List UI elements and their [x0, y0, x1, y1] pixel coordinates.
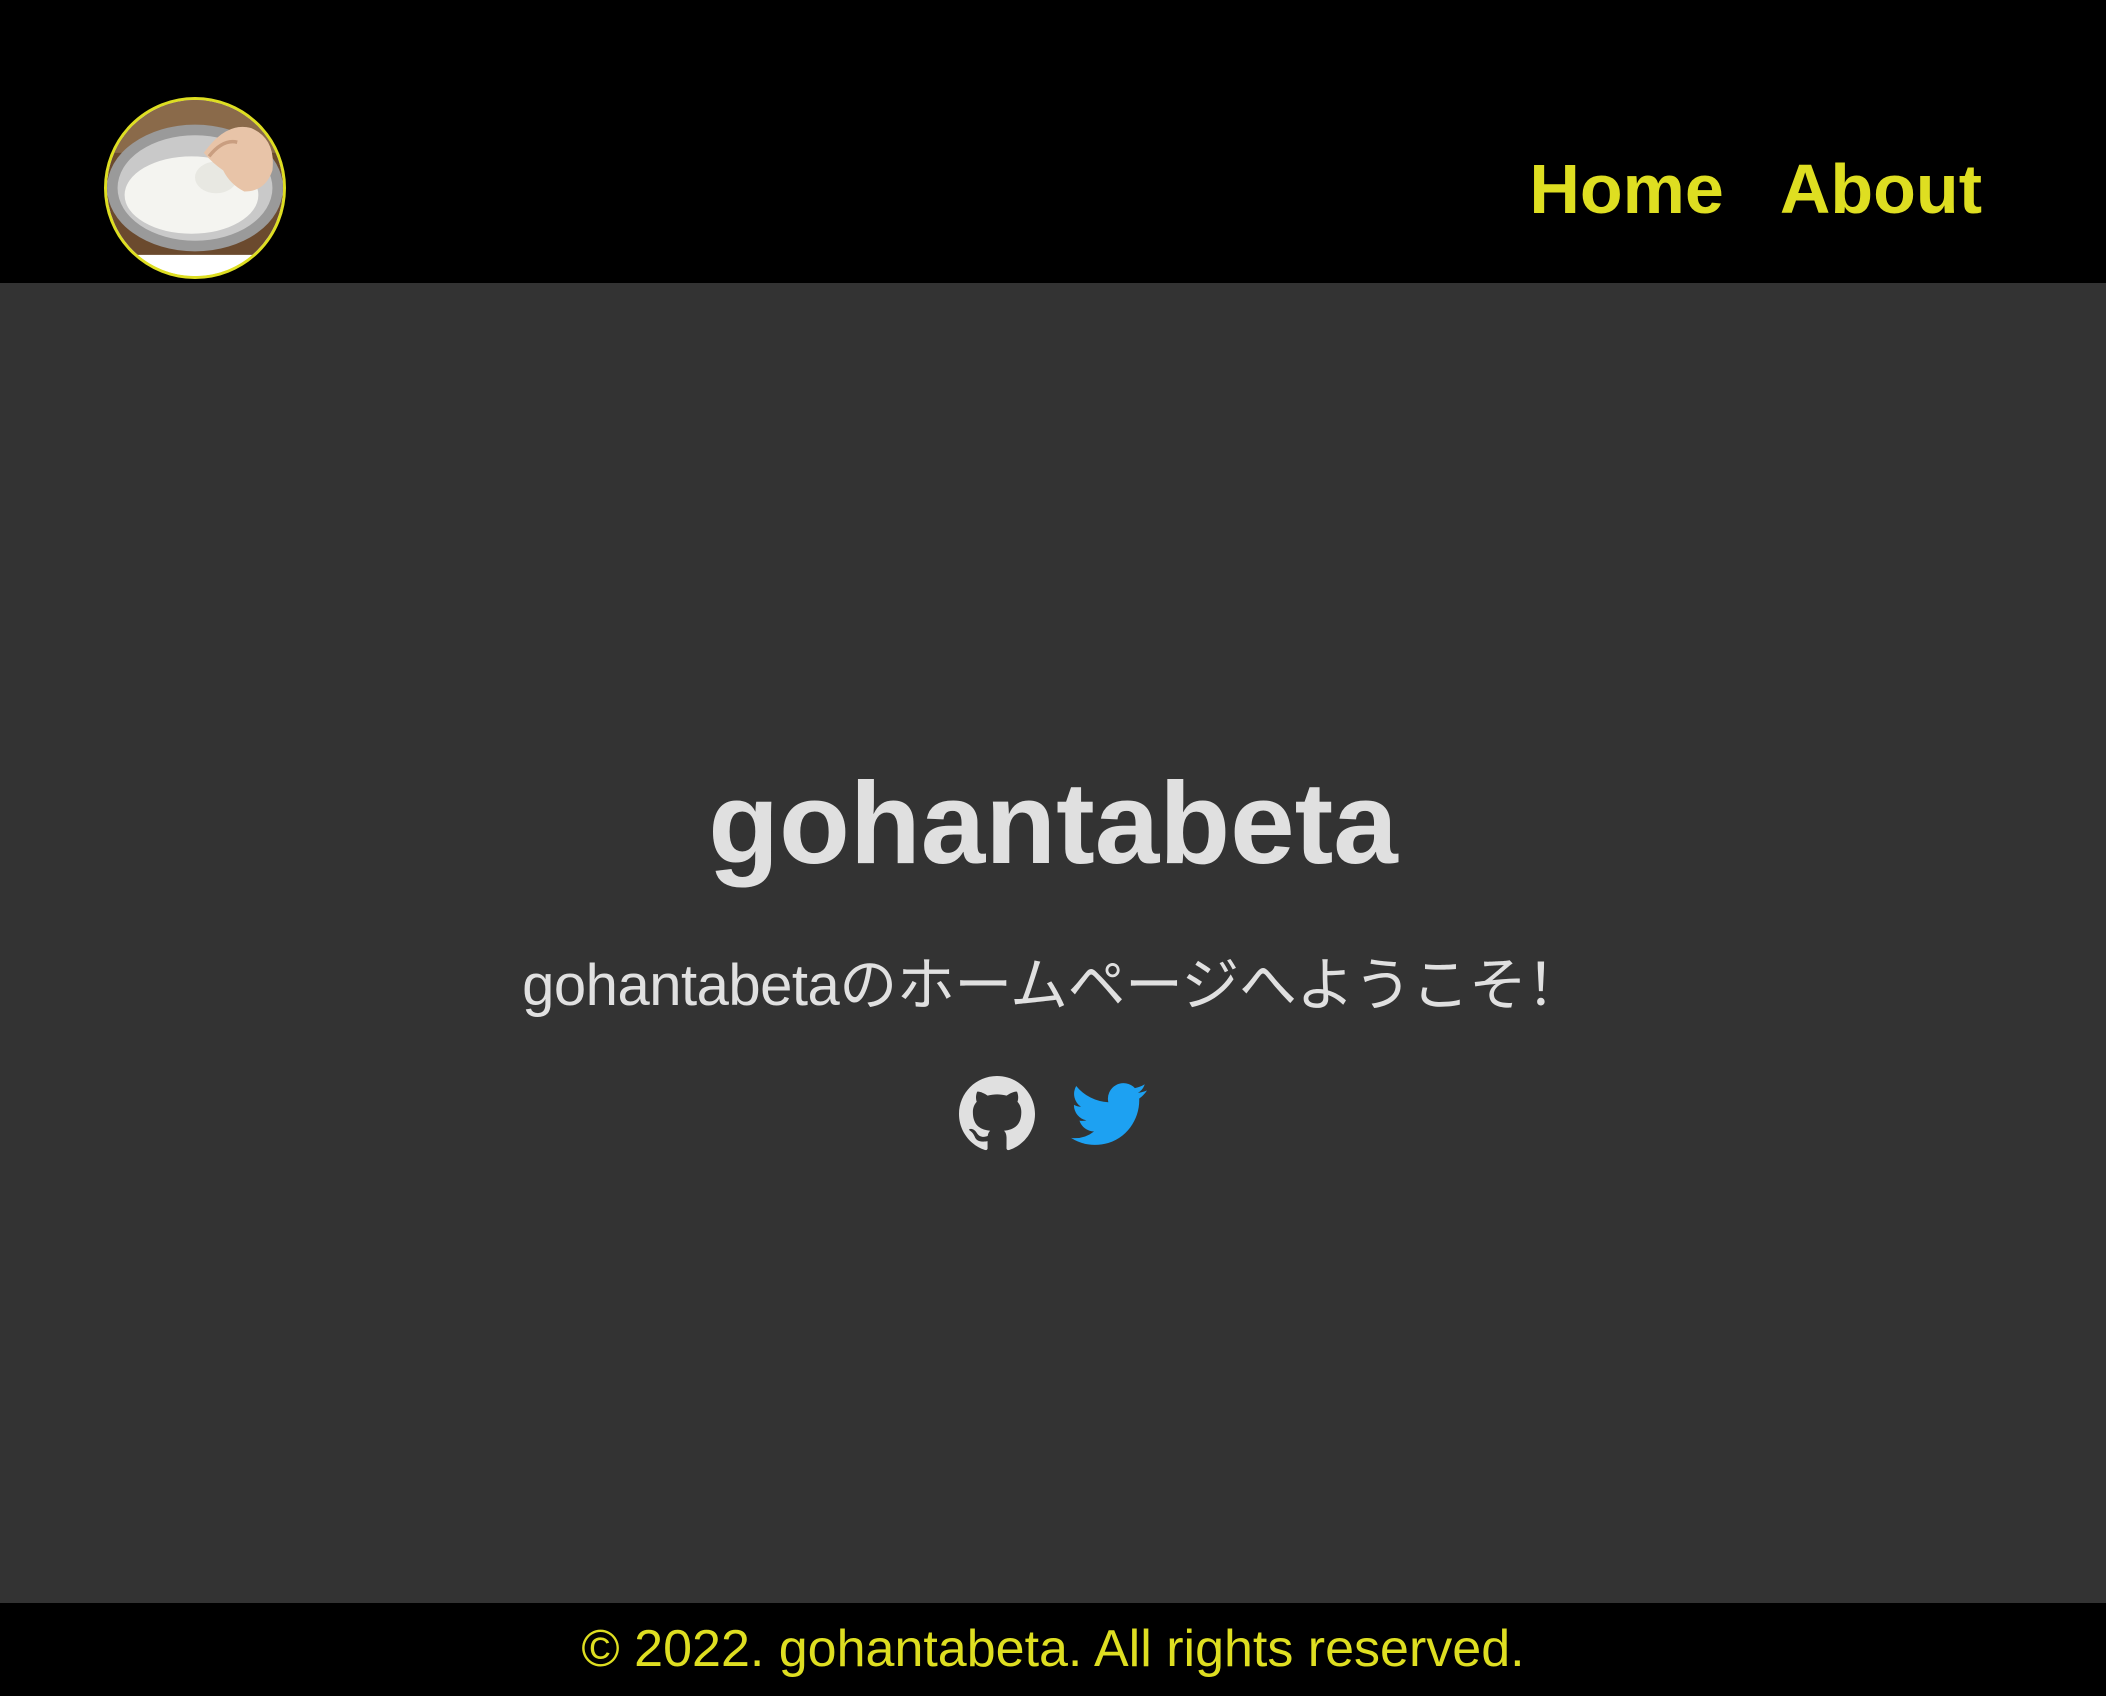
- hero-section: gohantabeta gohantabetaのホームページへようこそ！: [0, 283, 2106, 1603]
- hero-title: gohantabeta: [708, 758, 1398, 888]
- github-icon: [959, 1076, 1035, 1151]
- hero-subtitle: gohantabetaのホームページへようこそ！: [522, 953, 1584, 1018]
- github-link[interactable]: [959, 1076, 1035, 1152]
- site-header: Home About: [0, 0, 2106, 283]
- twitter-link[interactable]: [1071, 1076, 1147, 1152]
- logo-image: [107, 100, 283, 276]
- social-links: [0, 1076, 2106, 1152]
- site-footer: © 2022. gohantabeta. All rights reserved…: [0, 1603, 2106, 1696]
- main-nav: Home About: [1529, 145, 1982, 233]
- copyright-text: © 2022. gohantabeta. All rights reserved…: [581, 1620, 1525, 1678]
- page: Home About gohantabeta gohantabetaのホームペー…: [0, 0, 2106, 1696]
- twitter-icon: [1071, 1083, 1147, 1145]
- site-logo[interactable]: [104, 97, 286, 279]
- nav-home-link[interactable]: Home: [1529, 145, 1723, 233]
- nav-about-link[interactable]: About: [1780, 145, 1982, 233]
